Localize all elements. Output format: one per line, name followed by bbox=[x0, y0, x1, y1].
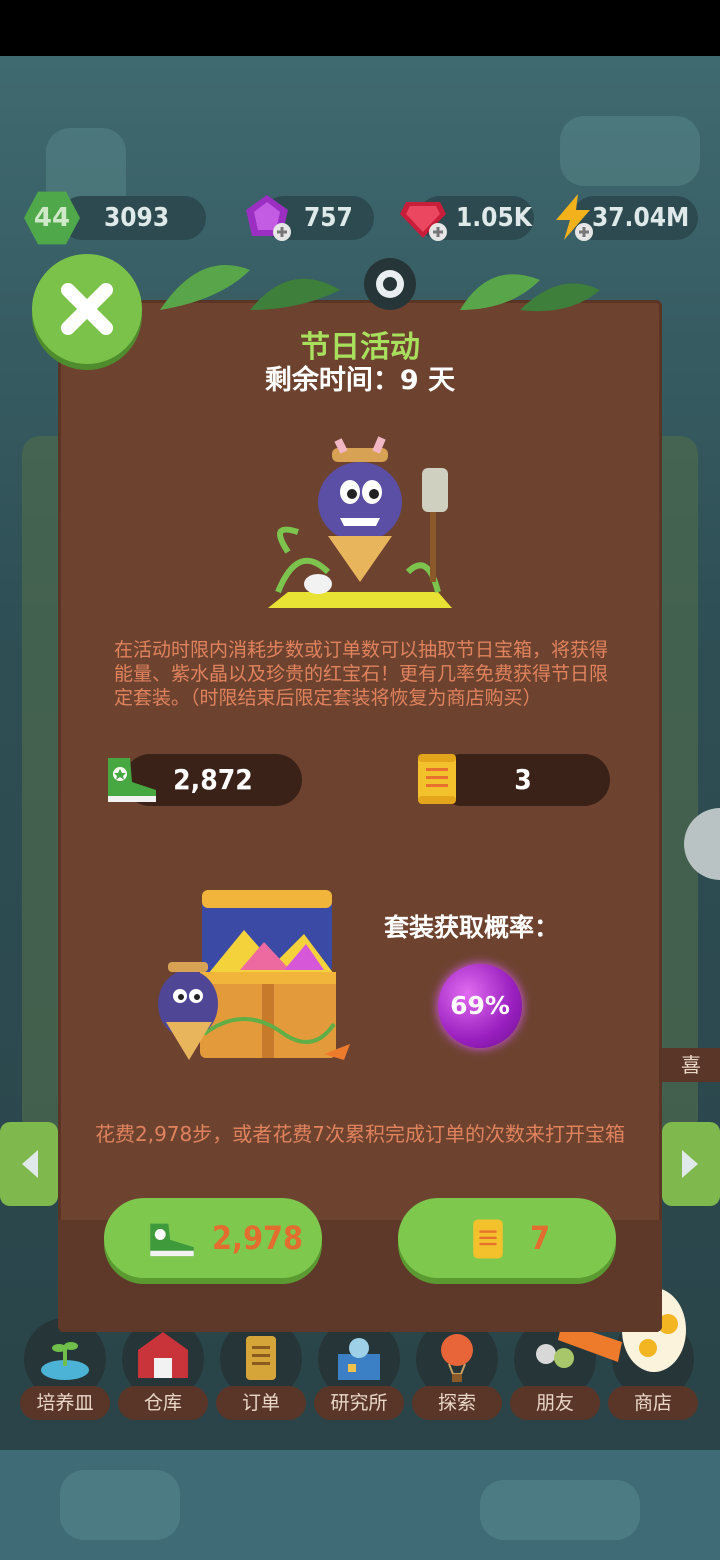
red-gem-icon bbox=[400, 202, 447, 241]
red-gem-value: 1.05K bbox=[456, 203, 532, 233]
event-description: 在活动时限内消耗步数或订单数可以抽取节日宝箱，将获得能量、紫水晶以及珍贵的红宝石… bbox=[114, 639, 609, 709]
nav-label: 商店 bbox=[608, 1386, 698, 1420]
open-with-orders-button[interactable]: 7 bbox=[398, 1198, 616, 1278]
leaves-decoration-icon bbox=[160, 258, 600, 312]
open-with-steps-button[interactable]: 2,978 bbox=[104, 1198, 322, 1278]
coins-value: 3093 bbox=[104, 203, 170, 233]
bottom-background bbox=[0, 1450, 720, 1560]
steps-cost-value: 2,978 bbox=[212, 1219, 304, 1257]
order-scroll-icon bbox=[473, 1219, 503, 1259]
nav-label: 培养皿 bbox=[20, 1386, 110, 1420]
status-bar bbox=[0, 0, 720, 56]
side-banner-label: 喜 bbox=[662, 1048, 720, 1082]
chevron-right-icon bbox=[682, 1150, 698, 1178]
sneaker-icon bbox=[150, 1223, 194, 1257]
sneaker-icon bbox=[108, 758, 156, 802]
chevron-left-icon bbox=[22, 1150, 38, 1178]
event-timer: 剩余时间：9 天 bbox=[264, 365, 456, 396]
order-scroll-icon bbox=[418, 754, 456, 804]
lightning-icon bbox=[556, 194, 593, 241]
bg-decoration bbox=[60, 1470, 180, 1540]
set-chance-orb: 69% bbox=[438, 964, 522, 1048]
prev-arrow-button[interactable] bbox=[0, 1122, 58, 1206]
purple-gem-icon bbox=[246, 195, 291, 241]
purple-gem-value: 757 bbox=[304, 203, 353, 233]
nav-label: 探索 bbox=[412, 1386, 502, 1420]
next-arrow-button[interactable] bbox=[662, 1122, 720, 1206]
orders-cost-value: 7 bbox=[530, 1219, 551, 1257]
nav-label: 研究所 bbox=[314, 1386, 404, 1420]
open-chest-cost-text: 花费2,978步，或者花费7次累积完成订单的次数来打开宝箱 bbox=[95, 1122, 625, 1146]
bg-decoration bbox=[480, 1480, 640, 1540]
mascot-illustration bbox=[268, 436, 452, 608]
orders-owned-value: 3 bbox=[514, 763, 532, 796]
nav-label: 朋友 bbox=[510, 1386, 600, 1420]
bg-decoration bbox=[560, 116, 700, 186]
orders-owned-counter: 3 bbox=[436, 754, 610, 806]
treasure-chest-illustration bbox=[158, 890, 350, 1060]
set-chance-label: 套装获取概率： bbox=[384, 913, 560, 942]
nav-label: 订单 bbox=[216, 1386, 306, 1420]
set-chance-value: 69% bbox=[450, 991, 510, 1020]
coins-counter[interactable]: 3093 bbox=[60, 196, 206, 240]
nav-label: 仓库 bbox=[118, 1386, 208, 1420]
energy-value: 37.04M bbox=[592, 203, 690, 233]
